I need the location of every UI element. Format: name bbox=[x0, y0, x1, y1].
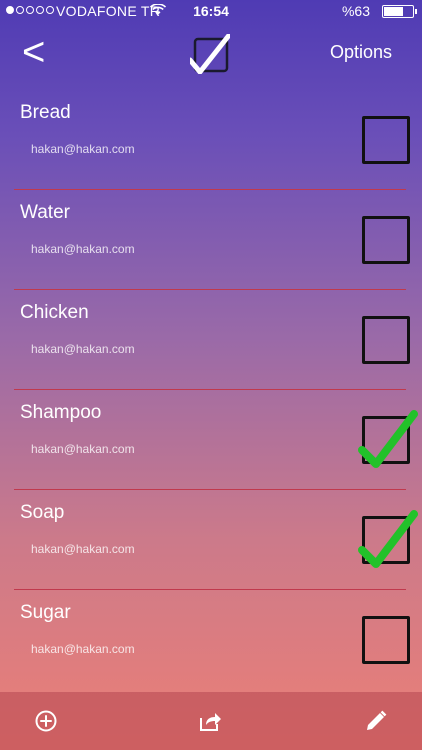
list-item[interactable]: Bread hakan@hakan.com bbox=[0, 90, 422, 190]
navigation-bar: < Options bbox=[0, 22, 422, 90]
item-title: Sugar bbox=[20, 602, 71, 623]
item-checkbox[interactable] bbox=[362, 216, 410, 264]
item-email: hakan@hakan.com bbox=[31, 542, 135, 556]
options-button[interactable]: Options bbox=[330, 42, 392, 63]
item-title: Bread bbox=[20, 102, 71, 123]
item-list: Bread hakan@hakan.com Water hakan@hakan.… bbox=[0, 90, 422, 690]
edit-icon[interactable] bbox=[364, 709, 388, 733]
bottom-toolbar bbox=[0, 692, 422, 750]
share-icon[interactable] bbox=[198, 709, 222, 733]
green-check-icon bbox=[358, 410, 418, 468]
item-title: Shampoo bbox=[20, 402, 102, 423]
item-email: hakan@hakan.com bbox=[31, 442, 135, 456]
battery-icon bbox=[382, 5, 417, 18]
item-email: hakan@hakan.com bbox=[31, 242, 135, 256]
item-email: hakan@hakan.com bbox=[31, 142, 135, 156]
back-button[interactable]: < bbox=[22, 32, 45, 72]
item-email: hakan@hakan.com bbox=[31, 342, 135, 356]
green-check-icon bbox=[358, 510, 418, 568]
checkmark-logo-icon bbox=[190, 34, 230, 74]
item-title: Soap bbox=[20, 502, 65, 523]
item-checkbox[interactable] bbox=[362, 616, 410, 664]
status-bar: VODAFONE TR 16:54 %63 bbox=[0, 0, 422, 22]
item-email: hakan@hakan.com bbox=[31, 642, 135, 656]
item-checkbox[interactable] bbox=[362, 116, 410, 164]
item-title: Chicken bbox=[20, 302, 89, 323]
list-item[interactable]: Water hakan@hakan.com bbox=[0, 190, 422, 290]
item-checkbox[interactable] bbox=[362, 316, 410, 364]
add-icon[interactable] bbox=[34, 709, 58, 733]
list-item[interactable]: Sugar hakan@hakan.com bbox=[0, 590, 422, 690]
list-item[interactable]: Soap hakan@hakan.com bbox=[0, 490, 422, 590]
list-item[interactable]: Shampoo hakan@hakan.com bbox=[0, 390, 422, 490]
battery-percent: %63 bbox=[341, 3, 370, 19]
list-item[interactable]: Chicken hakan@hakan.com bbox=[0, 290, 422, 390]
item-title: Water bbox=[20, 202, 70, 223]
